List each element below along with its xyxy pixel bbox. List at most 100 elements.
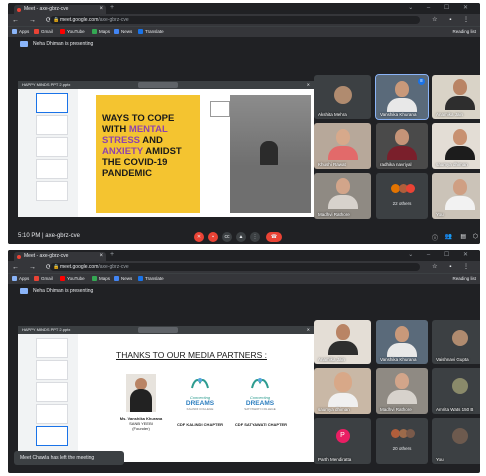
slide-yellow-panel: WAYS TO COPE WITH MENTAL STRESS AND ANXI… [96,95,200,213]
participant-tile[interactable]: radhika navriyal [376,123,428,169]
camera-off-button[interactable]: ▪ [208,232,218,242]
participant-tile[interactable]: Madhvi Rathore [314,173,371,219]
bookmark-apps[interactable]: Apps [12,274,29,284]
participant-tile[interactable]: saumya dhiman [314,368,371,414]
url-input[interactable]: 🔒 meet.google.com/axe-gbrz-cve [50,263,420,271]
zoom-controls[interactable] [138,82,178,88]
slide-thumb[interactable] [36,93,68,113]
bookmark-gmail[interactable]: Gmail [34,27,53,37]
participant-video [445,129,475,160]
slide-thumb[interactable] [36,159,68,179]
news-icon [114,29,119,34]
participant-tile-others[interactable]: 20 others [376,418,428,464]
participant-tile[interactable]: Amrita Wats 150 B [432,368,480,414]
participant-tile[interactable]: ≡ Vanshika Khurana [375,74,429,120]
browser-tab[interactable]: Meet - axe-gbrz-cve × [14,5,106,14]
bookmark-maps[interactable]: Maps [92,27,110,37]
close-icon[interactable]: × [99,252,103,261]
participant-video [327,324,358,355]
participant-video [445,79,475,110]
slide-thumb[interactable] [36,137,68,157]
address-bar: ← → ⟳ 🔒 meet.google.com/axe-gbrz-cve ☆ ▪… [8,14,480,26]
people-icon[interactable]: 👥 [445,233,452,240]
participant-tile[interactable]: Akshita Mehra [314,75,371,119]
url-input[interactable]: 🔒 meet.google.com/axe-gbrz-cve [50,16,420,24]
slide-thumb[interactable] [36,404,68,424]
ppt-header: HAPPY MINDS PPT 2.pptx ✕ [18,326,314,334]
avatar [452,329,468,346]
new-tab-icon[interactable]: + [110,4,114,11]
participant-video [445,179,475,210]
participant-tile-self[interactable]: You [432,418,480,464]
close-icon[interactable]: × [99,5,103,14]
bookmark-news[interactable]: News [114,274,132,284]
participant-tile[interactable]: Khushi Rawat [314,123,371,169]
bookmark-youtube[interactable]: YouTube [60,274,85,284]
participant-tile[interactable]: P Parth Mendiratta [314,418,371,464]
slide-thumb[interactable] [36,115,68,135]
slide-thumb[interactable] [36,360,68,380]
participant-video [387,81,417,112]
window-controls[interactable]: ⌄ – ☐ ✕ [408,251,474,258]
new-tab-icon[interactable]: + [110,251,114,258]
hands-logo-icon [191,378,209,389]
lock-icon: 🔒 [53,264,60,270]
reading-list[interactable]: Reading list [452,274,476,284]
captions-button[interactable]: cc [222,232,232,242]
logo-kalindi: Connecting DREAMS KALINDI COLLEGE [176,376,224,411]
chapter-label: CDF SATYAWATI CHAPTER [234,422,288,427]
url-path: /axe-gbrz-cve [98,17,129,23]
participant-tile-others[interactable]: 22 others [376,173,428,219]
participant-tile[interactable]: Vanshika Khurana [376,320,428,364]
tab-strip: Meet - axe-gbrz-cve × + ⌄ – ☐ ✕ [8,3,480,14]
present-button[interactable]: ▲ [236,232,246,242]
shared-screen: HAPPY MINDS PPT 2.pptx ✕ WAYS TO COPE WI… [18,81,314,217]
others-avatars [391,183,415,195]
bookmark-translate[interactable]: Translate [138,274,164,284]
participant-tile[interactable]: Anamika Jain [314,320,371,364]
chapter-label: CDF KALINDI CHAPTER [177,422,223,427]
slide-thumb[interactable] [36,181,68,201]
recording-icon [17,8,21,12]
present-screen-icon [20,41,28,47]
chat-icon[interactable]: ▤ [460,233,466,240]
browser-actions[interactable]: ☆ ▪ ⋮ [432,263,474,270]
participant-tile[interactable]: saumya dhiman [432,123,480,169]
reading-list[interactable]: Reading list [452,27,476,37]
bookmark-gmail[interactable]: Gmail [34,274,53,284]
presenting-label: Neha Dhiman is presenting [33,41,94,47]
participant-tile[interactable]: Vaishnavi Gupta [432,320,480,364]
participant-tile-self[interactable]: You [432,173,480,219]
slide-thumb[interactable] [36,382,68,402]
recording-icon [17,255,21,259]
maps-icon [92,29,97,34]
bookmark-news[interactable]: News [114,27,132,37]
browser-tab[interactable]: Meet - axe-gbrz-cve × [14,252,106,261]
activities-icon[interactable]: ⬡ [473,233,478,240]
info-icon[interactable]: ⓘ [432,233,438,242]
participant-video [387,129,417,160]
presenting-banner: Neha Dhiman is presenting [8,284,480,298]
founder-photo [126,374,156,412]
others-avatars [391,428,415,440]
notification-toast: Meet Chawla has left the meeting [14,451,124,465]
zoom-controls[interactable] [138,327,178,333]
bookmark-youtube[interactable]: YouTube [60,27,85,37]
mic-off-button[interactable]: ✕ [194,232,204,242]
more-options-button[interactable]: ⋮ [250,232,260,242]
window-controls[interactable]: ⌄ – ☐ ✕ [408,4,474,11]
slide-thumb[interactable] [36,426,68,446]
leave-call-button[interactable]: ☎ [266,232,282,242]
close-icon[interactable]: ✕ [307,81,310,89]
participant-video [387,373,417,404]
bookmark-translate[interactable]: Translate [138,27,164,37]
url-domain: meet.google.com [60,17,99,23]
bookmark-apps[interactable]: Apps [12,27,29,37]
slide-thumb[interactable] [36,338,68,358]
browser-actions[interactable]: ☆ ▪ ⋮ [432,16,474,23]
hands-logo-icon [251,378,269,389]
close-icon[interactable]: ✕ [307,326,310,334]
participant-tile[interactable]: Madhvi Rathore [376,368,428,414]
bookmark-maps[interactable]: Maps [92,274,110,284]
participant-tile[interactable]: Anamika Jain [432,75,480,119]
